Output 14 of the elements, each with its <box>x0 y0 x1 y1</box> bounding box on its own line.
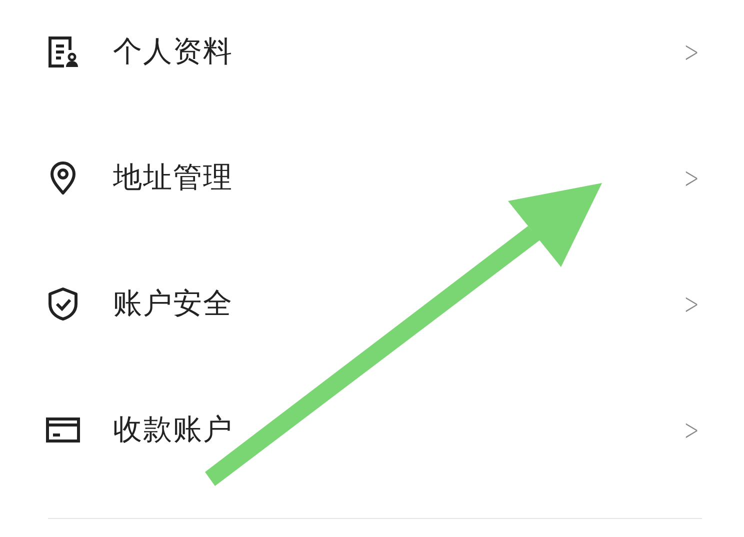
menu-item[interactable]: 地址管理 > <box>46 115 704 241</box>
profile-document-icon <box>46 35 80 69</box>
chevron-icon: > <box>684 34 699 70</box>
chevron-icon: > <box>684 160 699 196</box>
menu-item[interactable]: 收款账户 > <box>46 367 704 493</box>
menu-label: 地址管理 <box>113 159 234 196</box>
chevron-icon: > <box>684 286 699 322</box>
menu-label: 个人资料 <box>113 33 234 70</box>
menu-label: 收款账户 <box>113 411 234 448</box>
menu-item[interactable]: 个人资料 > <box>46 0 704 115</box>
shield-check-icon <box>46 287 80 321</box>
chevron-icon: > <box>684 412 699 448</box>
menu-label: 账户安全 <box>113 285 234 322</box>
menu-item[interactable]: 账户安全 > <box>46 241 704 367</box>
